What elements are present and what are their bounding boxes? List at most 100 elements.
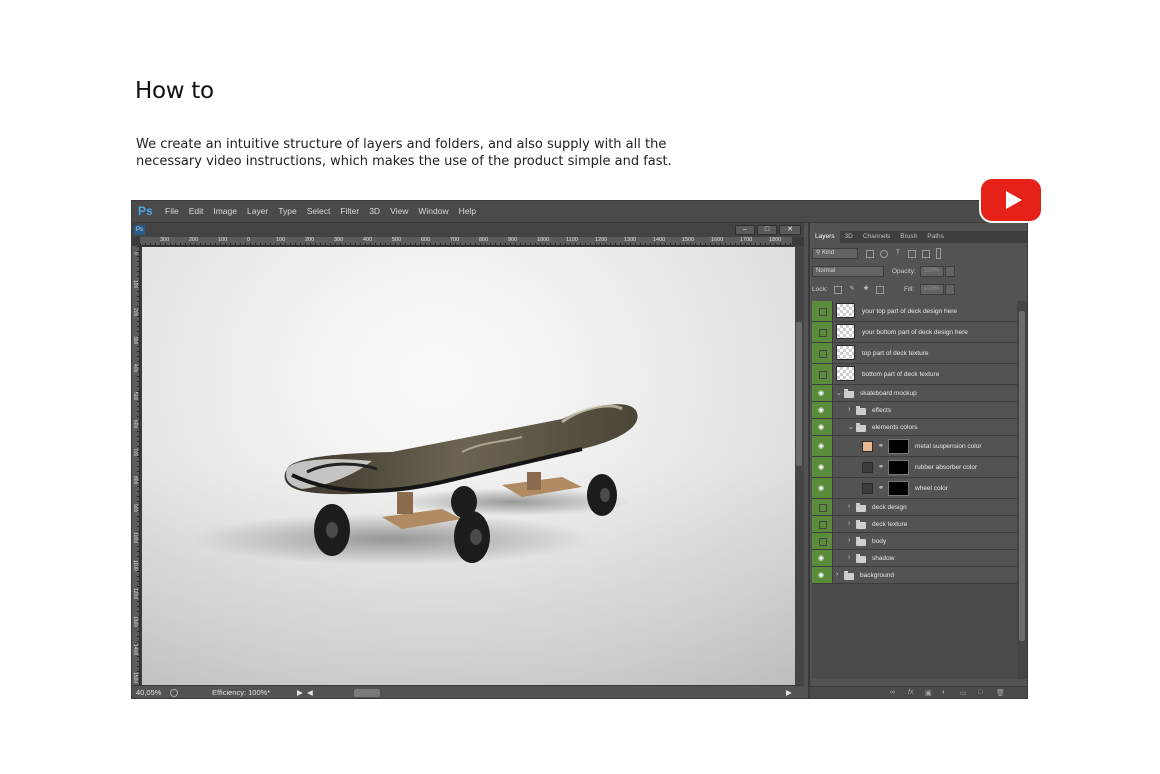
layer-row[interactable]: ◉ › shadow (812, 550, 1017, 567)
canvas-vertical-scrollbar[interactable] (795, 246, 804, 687)
tab-channels[interactable]: Channels (858, 231, 895, 243)
chevron-right-icon[interactable]: › (848, 406, 850, 413)
filter-shape-icon[interactable] (908, 250, 916, 258)
menu-item-filter[interactable]: Filter (340, 206, 359, 216)
maximize-icon[interactable]: □ (757, 225, 777, 235)
layer-visibility-toggle[interactable]: ◉ (812, 457, 833, 477)
scroll-left-icon[interactable]: ◀ (307, 688, 313, 697)
chevron-down-icon[interactable]: ⌄ (836, 389, 842, 397)
close-icon[interactable]: ✕ (779, 225, 801, 235)
layer-row[interactable]: your top part of deck design here (812, 301, 1017, 322)
menu-item-select[interactable]: Select (307, 206, 331, 216)
layers-scrollbar[interactable] (1017, 301, 1027, 679)
layer-row[interactable]: top part of deck texture (812, 343, 1017, 364)
blend-mode-select[interactable]: Normal (812, 266, 884, 277)
fill-input[interactable]: 100% (920, 284, 944, 295)
layer-mask-thumbnail[interactable] (888, 481, 909, 496)
menu-item-type[interactable]: Type (278, 206, 296, 216)
link-chain-icon[interactable]: ⚭ (878, 463, 884, 471)
layer-name: deck design (872, 503, 907, 511)
layer-visibility-toggle[interactable]: ◉ (812, 478, 833, 498)
layer-row[interactable]: ◉ ⌄ elements colors (812, 419, 1017, 436)
filter-smart-icon[interactable] (922, 250, 930, 258)
status-menu-icon[interactable] (170, 689, 178, 697)
layer-visibility-toggle[interactable] (812, 533, 833, 549)
layer-row[interactable]: ◉ ⌄ skateboard mockup (812, 385, 1017, 402)
layer-visibility-toggle[interactable]: ◉ (812, 567, 833, 583)
layer-row[interactable]: ◉ ⚭ rubber absorber color (812, 457, 1017, 478)
menu-item-3d[interactable]: 3D (369, 206, 380, 216)
lock-transparent-icon[interactable] (834, 286, 842, 294)
chevron-right-icon[interactable]: › (848, 554, 850, 561)
chevron-right-icon[interactable]: › (848, 537, 850, 544)
chevron-right-icon[interactable]: › (848, 520, 850, 527)
tab-3d[interactable]: 3D (840, 231, 858, 243)
layer-visibility-toggle[interactable] (812, 343, 833, 363)
layer-row[interactable]: › deck design (812, 499, 1017, 516)
scroll-right-icon[interactable]: ▶ (786, 688, 792, 697)
layer-row[interactable]: your bottom part of deck design here (812, 322, 1017, 343)
filter-pixel-icon[interactable] (866, 250, 874, 258)
chevron-right-icon[interactable]: › (848, 503, 850, 510)
menu-item-view[interactable]: View (390, 206, 408, 216)
zoom-level[interactable]: 40,05% (136, 688, 161, 697)
fx-icon[interactable]: fx (908, 689, 913, 696)
layer-row[interactable]: › deck texture (812, 516, 1017, 533)
status-arrow-icon[interactable]: ▶ (297, 688, 303, 697)
layer-visibility-toggle[interactable]: ◉ (812, 550, 833, 566)
menu-item-help[interactable]: Help (459, 206, 476, 216)
filter-toggle-icon[interactable] (936, 248, 941, 259)
canvas-horizontal-scrollbar[interactable] (354, 689, 380, 697)
layer-visibility-toggle[interactable]: ◉ (812, 436, 833, 456)
link-chain-icon[interactable]: ⚭ (878, 442, 884, 450)
delete-layer-icon[interactable]: 🗑 (996, 689, 1005, 697)
color-fill-swatch[interactable] (862, 483, 873, 494)
layer-row[interactable]: bottom part of deck texture (812, 364, 1017, 385)
add-mask-icon[interactable]: ▣ (925, 689, 932, 697)
color-fill-swatch[interactable] (862, 441, 873, 452)
layer-visibility-toggle[interactable]: ◉ (812, 419, 833, 435)
layer-visibility-toggle[interactable] (812, 516, 833, 532)
filter-type-icon[interactable]: T (894, 250, 902, 258)
layer-visibility-toggle[interactable] (812, 499, 833, 515)
menu-item-image[interactable]: Image (213, 206, 237, 216)
youtube-play-icon[interactable] (981, 179, 1041, 221)
layer-visibility-toggle[interactable]: ◉ (812, 385, 833, 401)
filter-kind-select[interactable]: ⚲ Kind (812, 248, 858, 259)
layer-mask-thumbnail[interactable] (888, 460, 909, 475)
menu-item-layer[interactable]: Layer (247, 206, 268, 216)
menu-item-edit[interactable]: Edit (189, 206, 204, 216)
lock-all-icon[interactable] (876, 286, 884, 294)
document-canvas[interactable] (142, 247, 795, 685)
adjustment-layer-icon[interactable]: ◐ (942, 689, 946, 696)
filter-adjustment-icon[interactable] (880, 250, 888, 258)
lock-paint-icon[interactable]: ✎ (848, 286, 856, 294)
tab-layers[interactable]: Layers (810, 231, 840, 243)
chevron-down-icon[interactable]: ⌄ (848, 423, 854, 431)
layer-row[interactable]: ◉ ⚭ metal suspension color (812, 436, 1017, 457)
minimize-icon[interactable]: – (735, 225, 755, 235)
menu-item-file[interactable]: File (165, 206, 179, 216)
menu-item-window[interactable]: Window (418, 206, 448, 216)
opacity-input[interactable]: 100% (920, 266, 944, 277)
tab-paths[interactable]: Paths (922, 231, 949, 243)
fill-dropdown-icon[interactable] (945, 284, 955, 295)
layer-row[interactable]: ◉ › background (812, 567, 1017, 584)
layer-visibility-toggle[interactable] (812, 364, 833, 384)
layer-visibility-toggle[interactable]: ◉ (812, 402, 833, 418)
color-fill-swatch[interactable] (862, 462, 873, 473)
layer-mask-thumbnail[interactable] (888, 439, 909, 454)
new-layer-icon[interactable]: □ (978, 689, 982, 696)
link-layers-icon[interactable]: ∞ (890, 689, 895, 696)
opacity-dropdown-icon[interactable] (945, 266, 955, 277)
layer-row[interactable]: ◉ ⚭ wheel color (812, 478, 1017, 499)
layer-row[interactable]: ◉ › effects (812, 402, 1017, 419)
tab-brush[interactable]: Brush (895, 231, 922, 243)
layer-visibility-toggle[interactable] (812, 322, 833, 342)
link-chain-icon[interactable]: ⚭ (878, 484, 884, 492)
new-group-icon[interactable]: ▭ (960, 689, 967, 697)
layer-visibility-toggle[interactable] (812, 301, 833, 321)
layer-row[interactable]: › body (812, 533, 1017, 550)
chevron-right-icon[interactable]: › (836, 571, 838, 578)
lock-position-icon[interactable]: ✚ (862, 286, 870, 294)
